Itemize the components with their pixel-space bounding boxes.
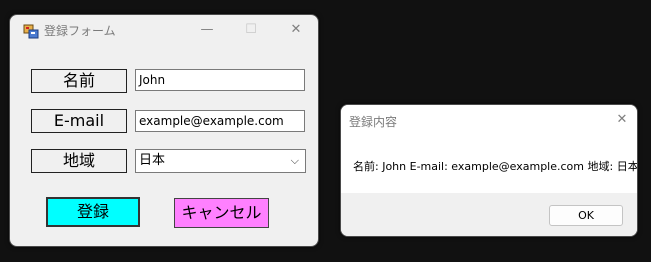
name-input[interactable]: John [135,69,305,91]
registration-result-dialog: 登録内容 ✕ 名前: John E-mail: example@example.… [340,104,638,237]
region-select-value: 日本 [139,153,166,168]
dialog-titlebar[interactable]: 登録内容 ✕ [341,105,637,135]
dialog-close-icon[interactable]: ✕ [609,109,635,131]
form-window-title: 登録フォーム [44,24,116,38]
email-label: E-mail [31,109,127,133]
email-input[interactable]: example@example.com [135,110,305,132]
region-select[interactable]: 日本 ⌵ [135,149,306,173]
region-label: 地域 [31,149,127,173]
minimize-icon[interactable]: — [194,19,220,41]
dialog-message: 名前: John E-mail: example@example.com 地域:… [353,160,638,173]
name-label: 名前 [31,69,127,93]
form-titlebar[interactable]: 登録フォーム — ☐ ✕ [10,15,318,45]
register-button[interactable]: 登録 [46,197,140,227]
chevron-down-icon: ⌵ [290,154,299,167]
form-app-icon [23,24,39,39]
dialog-title: 登録内容 [349,115,398,129]
close-icon[interactable]: ✕ [283,19,309,41]
maximize-icon[interactable]: ☐ [238,19,264,41]
ok-button[interactable]: OK [549,205,623,226]
registration-form-window: 登録フォーム — ☐ ✕ 名前 John E-mail example@exam… [9,14,319,247]
cancel-button[interactable]: キャンセル [174,198,269,228]
